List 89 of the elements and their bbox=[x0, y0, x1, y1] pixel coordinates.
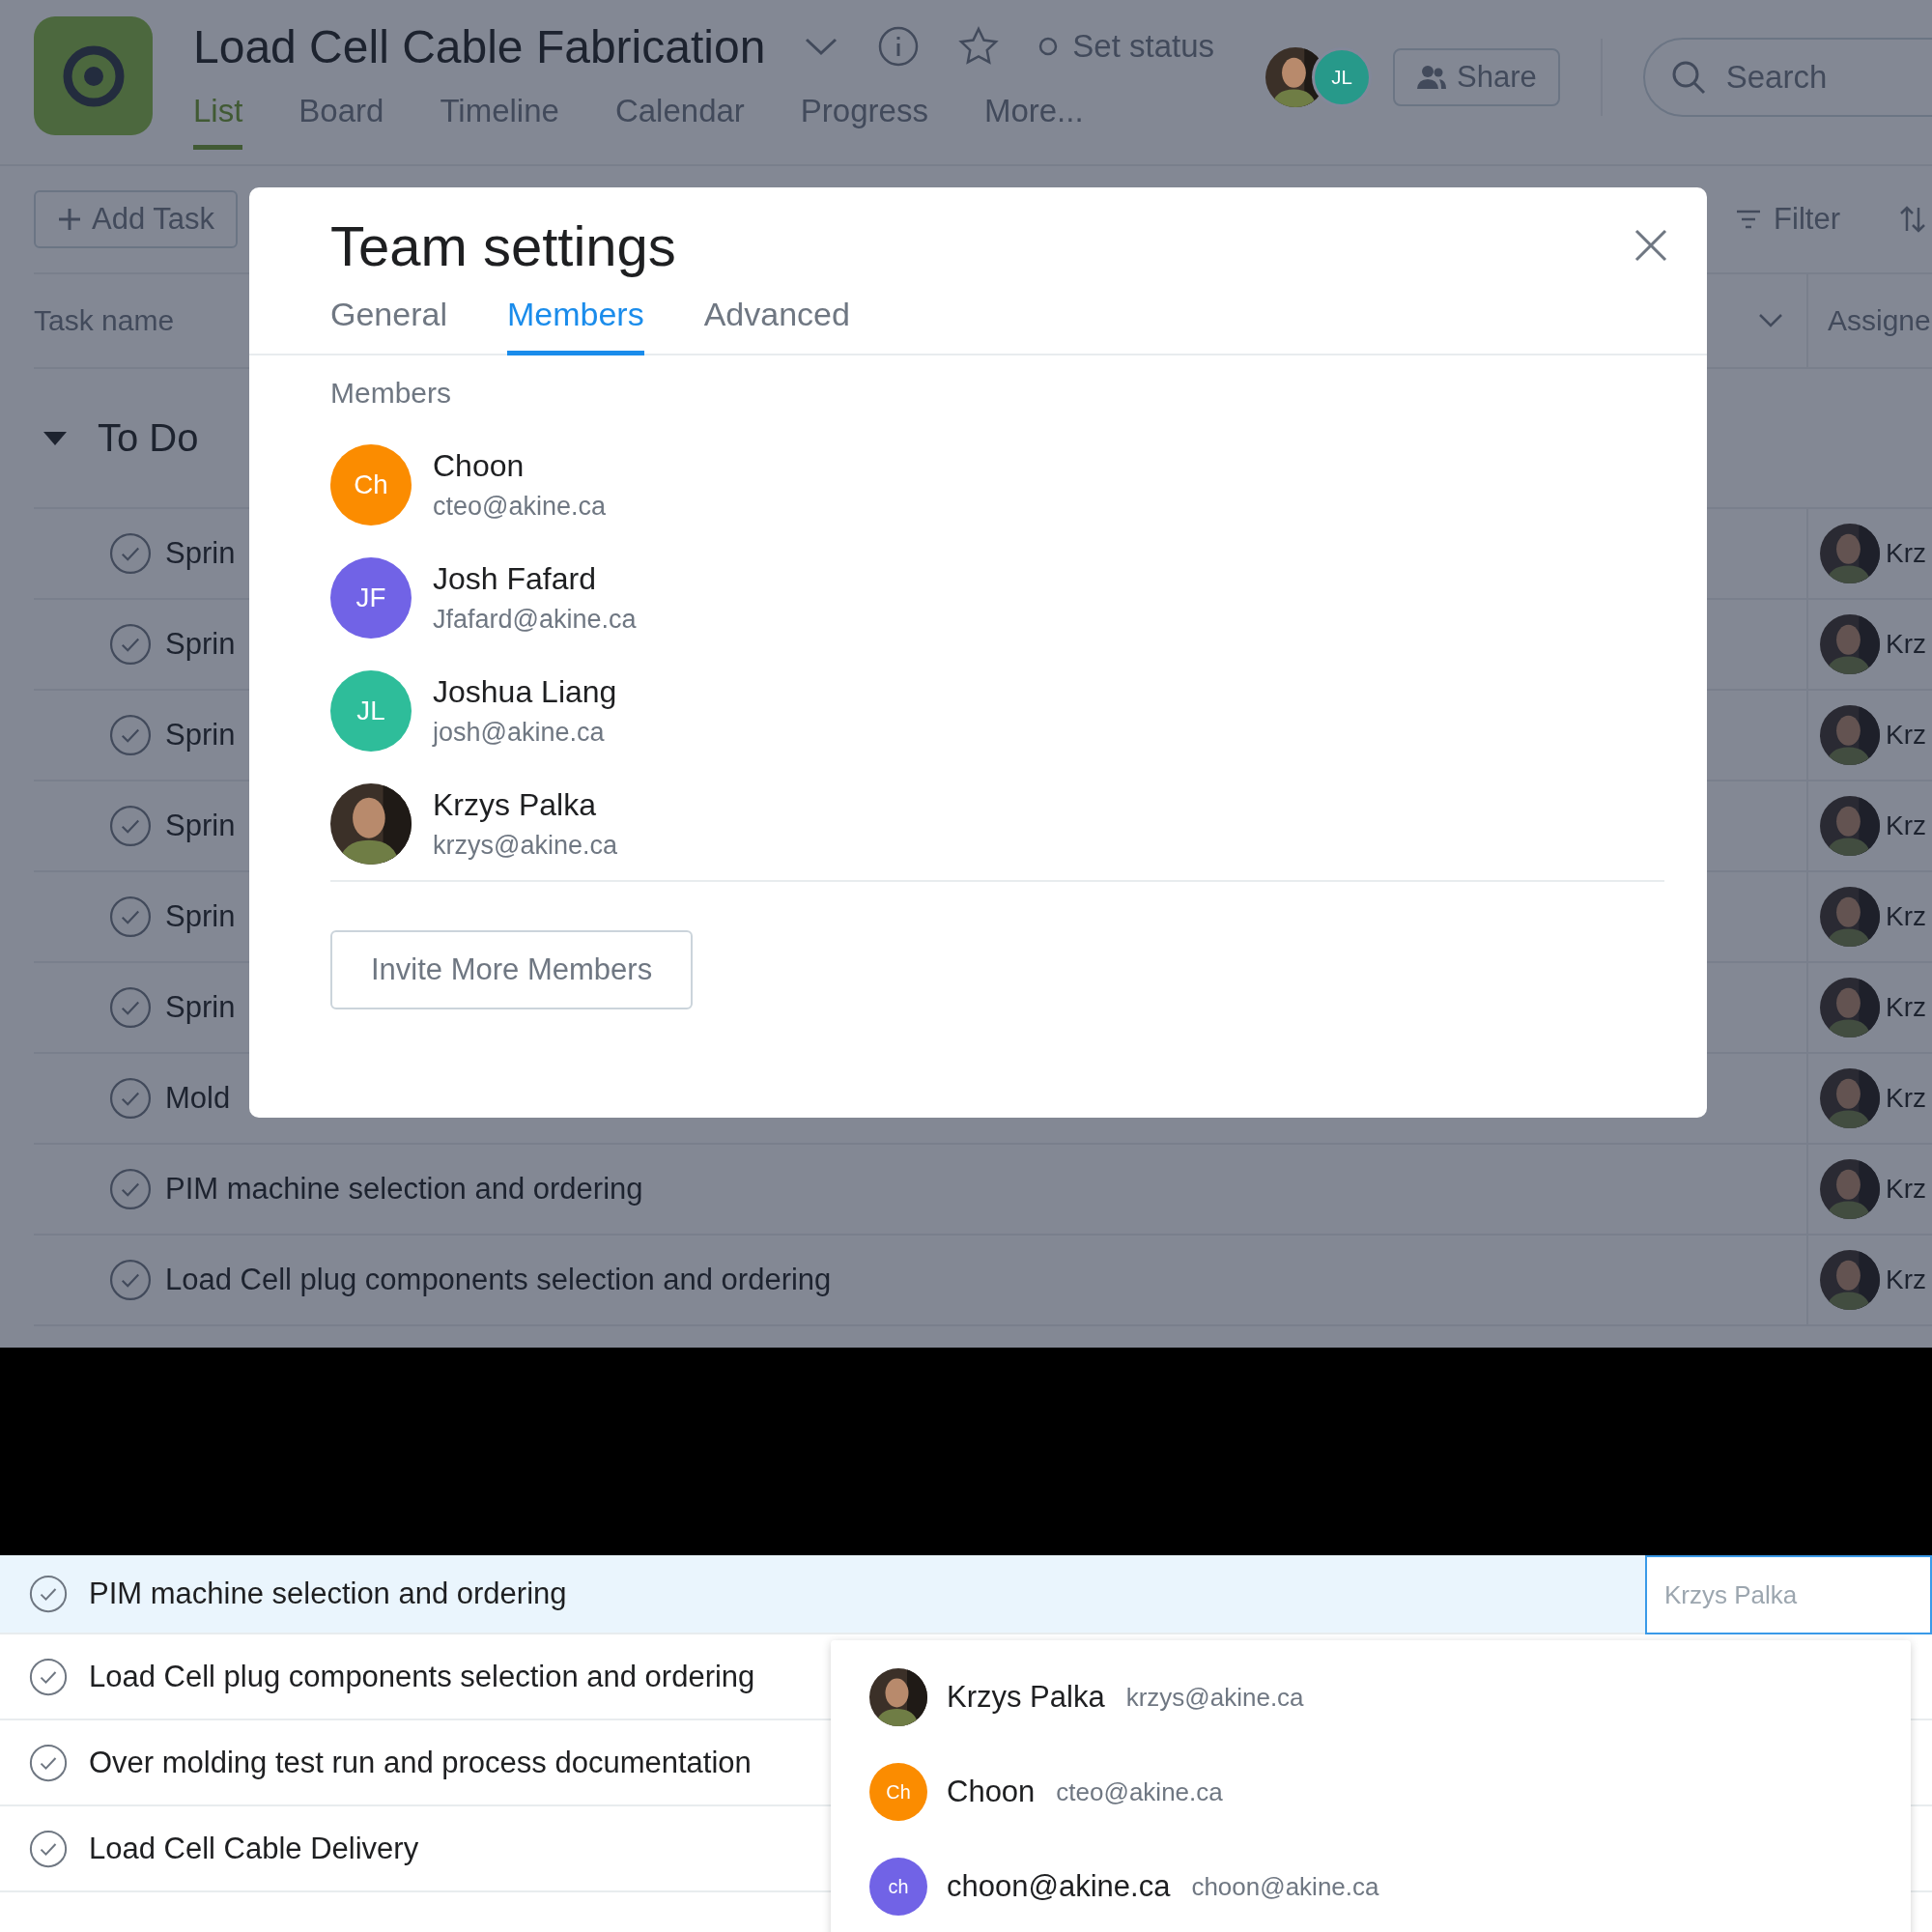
check-circle-icon[interactable] bbox=[109, 1077, 152, 1120]
project-title: Load Cell Cable Fabrication bbox=[193, 19, 766, 73]
assignee-name: Krz bbox=[1886, 1174, 1926, 1205]
info-icon[interactable] bbox=[877, 25, 921, 68]
dialog-tab[interactable]: Advanced bbox=[703, 296, 850, 355]
chevron-down-icon[interactable] bbox=[1758, 313, 1783, 328]
member-name: Choon bbox=[433, 448, 526, 484]
check-circle-icon[interactable] bbox=[109, 1259, 152, 1301]
add-task-button[interactable]: Add Task bbox=[34, 190, 238, 248]
set-status-button[interactable]: Set status bbox=[1037, 28, 1215, 65]
assignee-name: Krz bbox=[1886, 538, 1926, 569]
avatar: JL bbox=[330, 670, 412, 752]
avatar: Ch bbox=[869, 1763, 927, 1821]
avatar: JL bbox=[1312, 47, 1372, 107]
check-circle-icon[interactable] bbox=[109, 805, 152, 847]
suggestion-email: krzys@akine.ca bbox=[1125, 1682, 1304, 1713]
suggestion-name[interactable]: Krzys Palka bbox=[947, 1680, 1105, 1715]
close-icon bbox=[1634, 228, 1668, 263]
status-circle-icon bbox=[1037, 36, 1060, 57]
member-name: Krzys Palka bbox=[433, 787, 597, 823]
assignee-name: Krz bbox=[1886, 629, 1926, 660]
sort-icon[interactable] bbox=[1898, 205, 1927, 234]
share-button[interactable]: Share bbox=[1393, 48, 1560, 106]
member-email: krzys@akine.ca bbox=[433, 831, 617, 861]
assignee-name: Krz bbox=[1886, 810, 1926, 841]
task-name: Load Cell plug components selection and ordering bbox=[89, 1659, 755, 1694]
dialog-tab[interactable]: General bbox=[330, 296, 447, 355]
section-title: To Do bbox=[98, 416, 199, 460]
task-name: Sprin bbox=[165, 536, 236, 571]
task-name: Sprin bbox=[165, 718, 236, 753]
dialog-tab[interactable]: Members bbox=[506, 296, 644, 355]
dialog-title: Team settings bbox=[330, 213, 676, 278]
member-email: Jfafard@akine.ca bbox=[433, 605, 637, 635]
check-circle-icon[interactable] bbox=[109, 986, 152, 1029]
task-name: PIM machine selection and ordering bbox=[89, 1577, 567, 1611]
assignee-name: Krz bbox=[1886, 1264, 1926, 1295]
column-header: Task name bbox=[34, 304, 175, 337]
view-tab[interactable]: Timeline bbox=[440, 93, 559, 150]
member-email: josh@akine.ca bbox=[433, 718, 606, 748]
member-email: cteo@akine.ca bbox=[433, 492, 606, 522]
suggestion-name[interactable]: Choon bbox=[947, 1775, 1036, 1809]
check-circle-icon[interactable] bbox=[109, 1168, 152, 1210]
avatar: ch bbox=[869, 1858, 927, 1916]
check-circle-icon[interactable] bbox=[109, 714, 152, 756]
check-circle-icon[interactable] bbox=[109, 623, 152, 666]
task-name: Sprin bbox=[165, 809, 236, 843]
task-name: Load Cell plug components selection and ordering bbox=[165, 1263, 832, 1297]
task-name: Over molding test run and process documentation bbox=[89, 1745, 752, 1780]
task-name: Load Cell Cable Delivery bbox=[89, 1831, 419, 1866]
check-circle-icon[interactable] bbox=[109, 895, 152, 938]
view-tab[interactable]: Board bbox=[298, 93, 384, 150]
view-tab[interactable]: Calendar bbox=[614, 93, 745, 150]
filter-icon bbox=[1735, 209, 1763, 230]
task-name: Sprin bbox=[165, 627, 236, 662]
member-name: Josh Fafard bbox=[433, 561, 597, 597]
check-circle-icon[interactable] bbox=[29, 1829, 68, 1868]
check-circle-icon[interactable] bbox=[29, 1575, 68, 1613]
assignee-name: Krz bbox=[1886, 720, 1926, 751]
assignee-field[interactable]: Krzys Palka bbox=[1645, 1555, 1932, 1634]
task-name: Sprin bbox=[165, 990, 236, 1025]
section-label: Members bbox=[330, 377, 453, 410]
task-row[interactable]: PIM machine selection and ordering Krzys Palka bbox=[0, 1555, 1932, 1634]
view-tab[interactable]: List bbox=[193, 93, 243, 150]
avatar: JF bbox=[330, 557, 412, 639]
suggestion-email: cteo@akine.ca bbox=[1056, 1776, 1223, 1807]
assignee-name: Krz bbox=[1886, 901, 1926, 932]
check-circle-icon[interactable] bbox=[29, 1657, 68, 1696]
suggestion-name[interactable]: choon@akine.ca bbox=[947, 1869, 1171, 1904]
assignee-name: Krz bbox=[1886, 992, 1926, 1023]
check-circle-icon[interactable] bbox=[29, 1743, 68, 1782]
invite-button[interactable]: Invite More Members bbox=[330, 930, 694, 1009]
search-field[interactable]: Search bbox=[1642, 38, 1932, 117]
suggestion-email: choon@akine.ca bbox=[1191, 1871, 1379, 1902]
assignee-name: Krz bbox=[1886, 1083, 1926, 1114]
star-icon[interactable] bbox=[958, 26, 1000, 67]
task-name: Sprin bbox=[165, 899, 236, 934]
filter-button[interactable]: Filter bbox=[1735, 202, 1840, 237]
avatar: Ch bbox=[330, 444, 412, 526]
check-circle-icon[interactable] bbox=[109, 532, 152, 575]
avatar bbox=[869, 1668, 927, 1726]
plus-icon bbox=[57, 207, 82, 232]
people-icon bbox=[1416, 64, 1447, 91]
task-name: PIM machine selection and ordering bbox=[165, 1172, 643, 1207]
member-name: Joshua Liang bbox=[433, 674, 617, 710]
column-header: Assigne bbox=[1828, 304, 1931, 337]
view-tab[interactable]: More... bbox=[983, 93, 1084, 150]
view-tab[interactable]: Progress bbox=[800, 93, 928, 150]
task-name: Mold bbox=[165, 1081, 231, 1116]
chevron-down-icon[interactable] bbox=[804, 36, 839, 57]
